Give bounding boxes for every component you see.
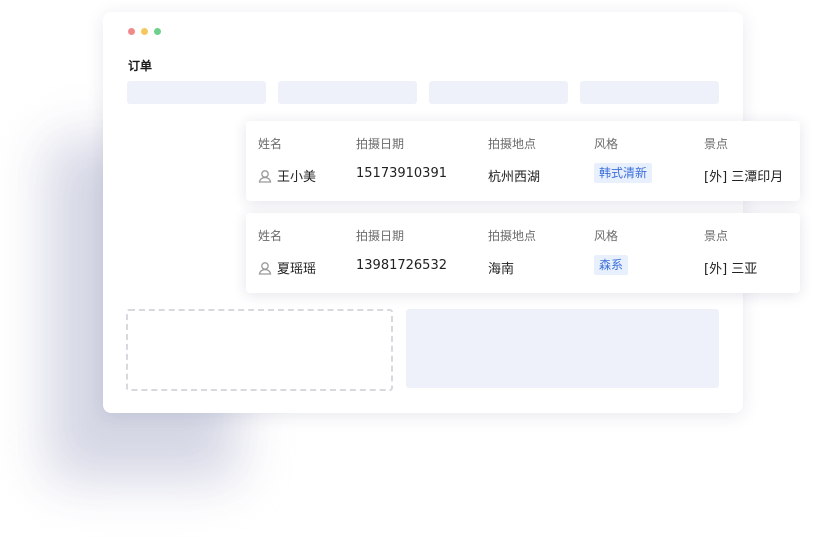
header-location: 拍摄地点 [488, 229, 537, 243]
customer-name: 王小美 [277, 170, 317, 185]
style-tag[interactable]: 韩式清新 [594, 163, 653, 183]
header-spot: 景点 [704, 229, 729, 243]
header-name: 姓名 [258, 229, 283, 243]
customer-name: 夏瑶瑶 [277, 262, 317, 277]
header-style: 风格 [594, 229, 619, 243]
user-icon [258, 261, 272, 275]
header-style: 风格 [594, 137, 619, 151]
shoot-location: 杭州西湖 [488, 170, 541, 185]
header-spot: 景点 [704, 137, 729, 151]
close-dot[interactable] [128, 28, 135, 35]
order-card[interactable]: 姓名 拍摄日期 拍摄地点 风格 景点 夏瑶瑶 13981726532 海南 森系… [246, 213, 800, 293]
header-date: 拍摄日期 [356, 137, 405, 151]
scenic-spot: [外] 三亚 [704, 262, 758, 277]
customer-name-cell: 王小美 [258, 166, 316, 185]
maximize-dot[interactable] [154, 28, 161, 35]
customer-name-cell: 夏瑶瑶 [258, 258, 316, 277]
tab-placeholder-4[interactable] [580, 81, 719, 104]
style-tag-cell: 韩式清新 [594, 163, 653, 183]
tab-bar [127, 81, 719, 104]
page-title: 订单 [128, 59, 153, 73]
order-card[interactable]: 姓名 拍摄日期 拍摄地点 风格 景点 王小美 15173910391 杭州西湖 … [246, 121, 800, 201]
app-stage: 订单 姓名 拍摄日期 拍摄地点 风格 景点 王小美 15173910391 杭州… [0, 0, 820, 556]
shoot-date: 13981726532 [356, 258, 447, 273]
tab-placeholder-3[interactable] [429, 81, 568, 104]
scenic-spot: [外] 三潭印月 [704, 170, 784, 185]
shoot-date: 15173910391 [356, 166, 447, 181]
user-icon [258, 169, 272, 183]
minimize-dot[interactable] [141, 28, 148, 35]
style-tag-cell: 森系 [594, 255, 629, 275]
style-tag[interactable]: 森系 [594, 255, 629, 275]
content-placeholder [406, 309, 719, 388]
empty-dropzone[interactable] [126, 309, 393, 391]
header-date: 拍摄日期 [356, 229, 405, 243]
tab-placeholder-2[interactable] [278, 81, 417, 104]
tab-placeholder-1[interactable] [127, 81, 266, 104]
header-name: 姓名 [258, 137, 283, 151]
header-location: 拍摄地点 [488, 137, 537, 151]
shoot-location: 海南 [488, 262, 515, 277]
window-controls [128, 28, 161, 35]
